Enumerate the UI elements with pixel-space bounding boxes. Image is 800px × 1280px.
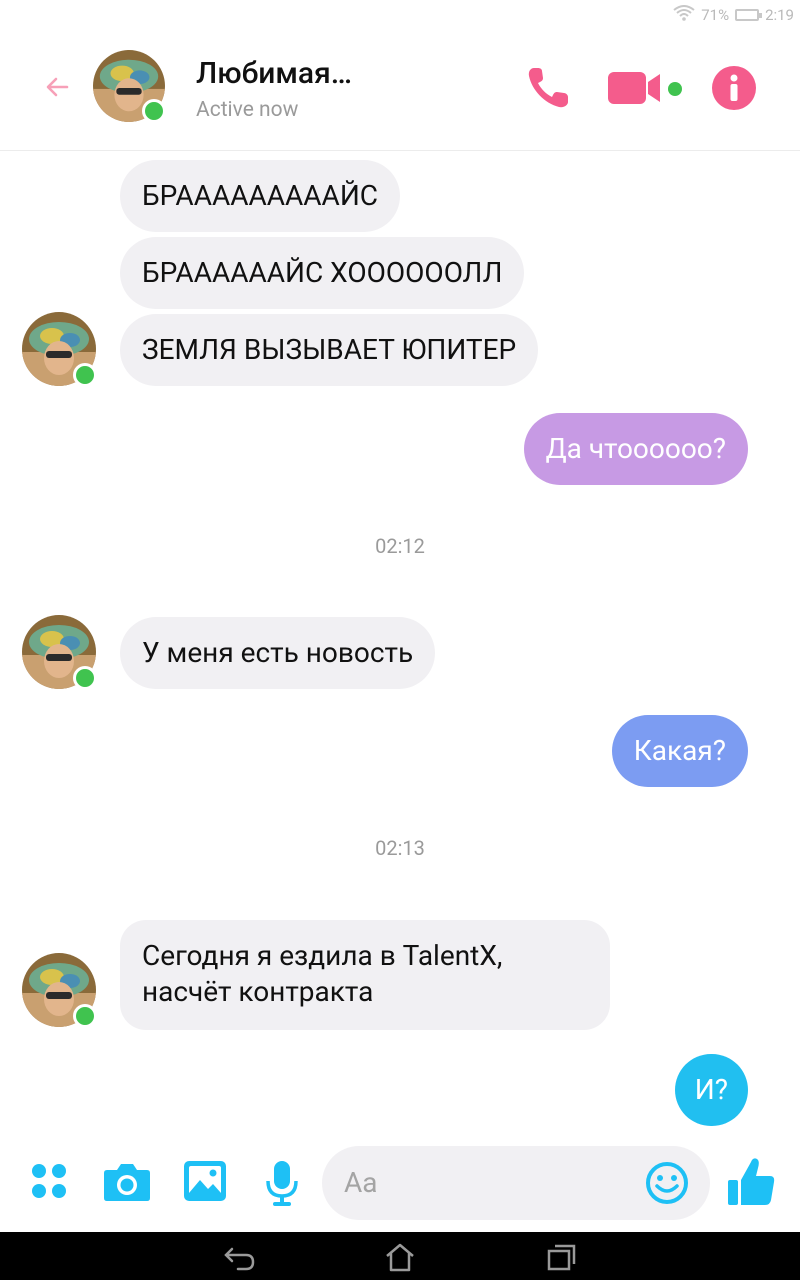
system-navigation-bar bbox=[0, 1232, 800, 1280]
nav-home-button[interactable] bbox=[380, 1240, 420, 1274]
phone-icon bbox=[528, 68, 568, 108]
message-composer: Aa bbox=[0, 1140, 800, 1232]
camera-button[interactable] bbox=[102, 1158, 152, 1204]
info-button[interactable] bbox=[710, 64, 758, 112]
back-arrow-icon bbox=[46, 77, 69, 97]
recents-icon bbox=[547, 1244, 576, 1271]
battery-icon bbox=[735, 9, 763, 21]
online-indicator bbox=[73, 666, 97, 690]
apps-grid-icon bbox=[32, 1164, 66, 1198]
incoming-message[interactable]: БРАААААААААЙС bbox=[120, 160, 401, 232]
voice-button[interactable] bbox=[262, 1158, 302, 1208]
incoming-message[interactable]: ЗЕМЛЯ ВЫЗЫВАЕТ ЮПИТЕР bbox=[120, 314, 539, 386]
nav-recents-button[interactable] bbox=[542, 1240, 582, 1274]
outgoing-message[interactable]: И? bbox=[674, 1054, 748, 1126]
nav-back-button[interactable] bbox=[220, 1240, 260, 1274]
online-indicator bbox=[73, 1004, 97, 1028]
status-bar: 71% 2:19 bbox=[0, 0, 800, 30]
home-icon bbox=[386, 1243, 414, 1272]
message-timestamp: 02:12 bbox=[375, 534, 425, 558]
gallery-button[interactable] bbox=[182, 1158, 228, 1204]
emoji-icon bbox=[646, 1162, 688, 1204]
emoji-button[interactable] bbox=[644, 1160, 690, 1206]
incoming-message[interactable]: Сегодня я ездила в TalentX, насчёт контр… bbox=[120, 920, 610, 1030]
presence-status: Active now bbox=[196, 98, 299, 122]
call-button[interactable] bbox=[522, 60, 576, 114]
microphone-icon bbox=[266, 1161, 298, 1206]
conversation-header: Любимая… Active now bbox=[0, 30, 800, 151]
online-indicator bbox=[73, 363, 97, 387]
back-button[interactable] bbox=[40, 70, 74, 104]
input-placeholder: Aa bbox=[344, 1166, 378, 1199]
incoming-message[interactable]: БРААААААЙС ХООООООЛЛ bbox=[120, 237, 525, 309]
info-icon bbox=[712, 66, 756, 110]
camera-icon bbox=[104, 1164, 150, 1201]
contact-name[interactable]: Любимая… bbox=[196, 56, 352, 91]
outgoing-message[interactable]: Какая? bbox=[611, 715, 748, 787]
wifi-icon bbox=[673, 5, 695, 25]
video-call-button[interactable] bbox=[606, 62, 684, 116]
outgoing-message[interactable]: Да чтоооооо? bbox=[523, 413, 748, 485]
message-timestamp: 02:13 bbox=[375, 836, 425, 860]
message-line: Сегодня я ездила в TalentX, bbox=[142, 939, 503, 972]
apps-button[interactable] bbox=[28, 1160, 70, 1202]
battery-percent: 71% bbox=[701, 6, 730, 24]
incoming-message[interactable]: У меня есть новость bbox=[120, 617, 436, 689]
clock: 2:19 bbox=[765, 6, 794, 24]
gallery-icon bbox=[184, 1161, 226, 1201]
online-indicator bbox=[142, 99, 166, 123]
like-button[interactable] bbox=[724, 1154, 778, 1210]
video-camera-icon bbox=[608, 72, 682, 104]
thumbs-up-icon bbox=[728, 1158, 775, 1205]
back-icon bbox=[224, 1247, 255, 1271]
message-line: насчёт контракта bbox=[142, 975, 374, 1008]
